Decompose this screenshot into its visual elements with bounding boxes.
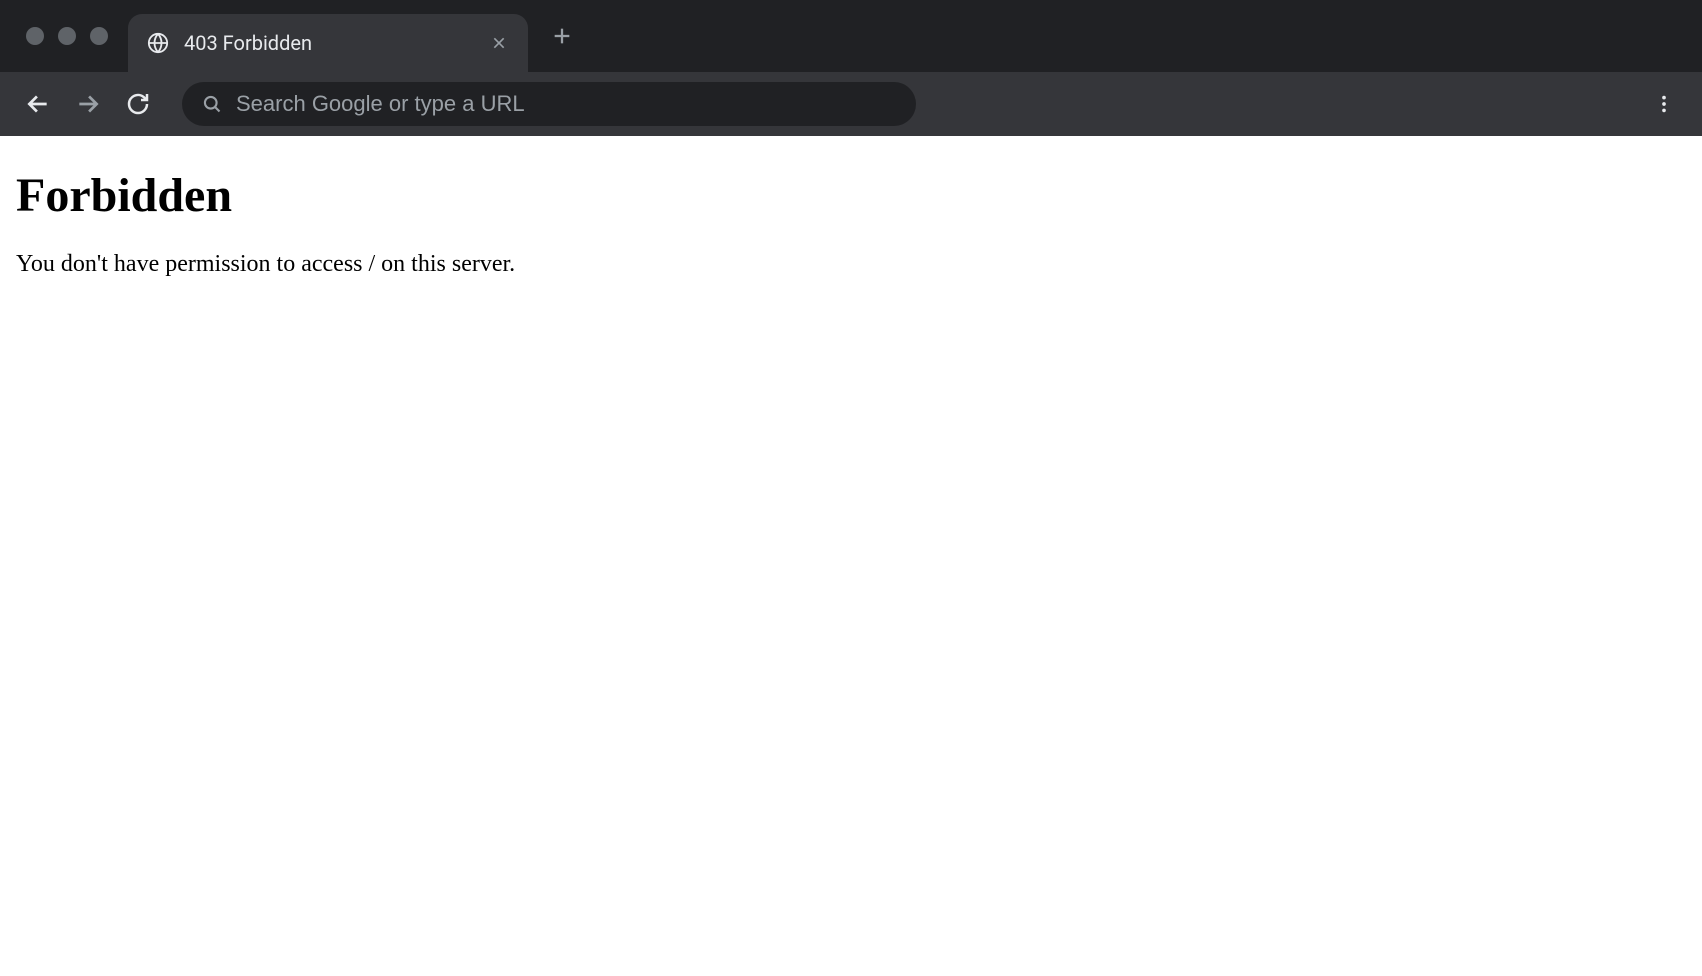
browser-menu-button[interactable]	[1644, 84, 1684, 124]
reload-button[interactable]	[118, 84, 158, 124]
window-close-button[interactable]	[26, 27, 44, 45]
tab-title: 403 Forbidden	[184, 31, 474, 55]
browser-chrome: 403 Forbidden	[0, 0, 1702, 136]
page-heading: Forbidden	[16, 168, 1686, 223]
tab-bar: 403 Forbidden	[0, 0, 1702, 72]
tab-close-button[interactable]	[488, 32, 510, 54]
address-bar[interactable]	[182, 82, 916, 126]
globe-icon	[146, 31, 170, 55]
window-minimize-button[interactable]	[58, 27, 76, 45]
page-content: Forbidden You don't have permission to a…	[0, 136, 1702, 294]
browser-tab[interactable]: 403 Forbidden	[128, 14, 528, 72]
search-icon	[202, 94, 222, 114]
forward-button[interactable]	[68, 84, 108, 124]
window-controls	[0, 27, 128, 45]
page-message: You don't have permission to access / on…	[16, 251, 1686, 278]
address-input[interactable]	[236, 91, 896, 117]
window-maximize-button[interactable]	[90, 27, 108, 45]
new-tab-button[interactable]	[542, 16, 582, 56]
back-button[interactable]	[18, 84, 58, 124]
toolbar	[0, 72, 1702, 136]
